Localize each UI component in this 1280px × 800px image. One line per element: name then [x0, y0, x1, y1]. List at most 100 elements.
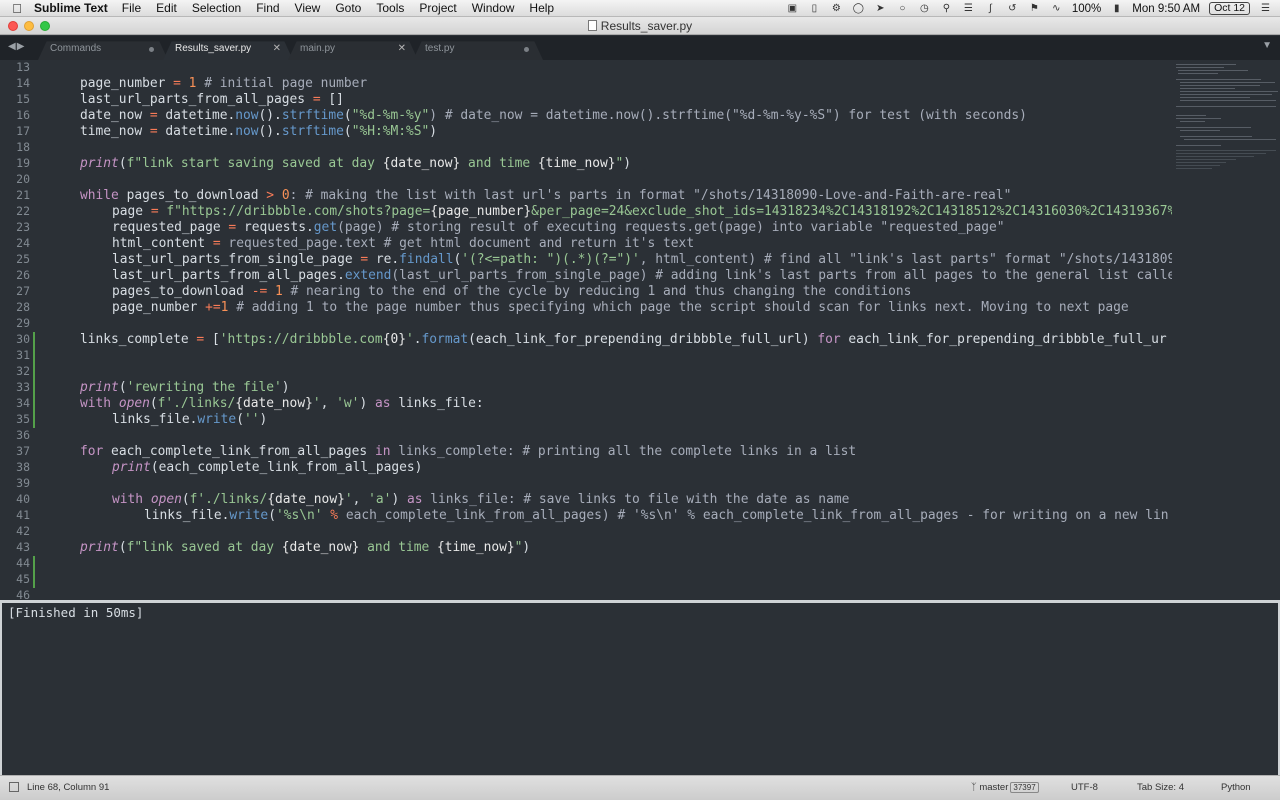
tab-label: Commands: [50, 43, 102, 54]
code-line-35: links_file.write(''): [112, 412, 268, 427]
tab-commands[interactable]: Commands: [38, 38, 168, 60]
flag-icon[interactable]: ⚑: [1028, 3, 1041, 14]
menu-view[interactable]: View: [295, 1, 321, 15]
tab-label: test.py: [425, 43, 455, 54]
clock-text[interactable]: Mon 9:50 AM: [1132, 3, 1200, 15]
code-line-27: pages_to_download -= 1 # nearing to the …: [112, 284, 912, 299]
pin-icon[interactable]: ⚲: [940, 3, 953, 14]
unsaved-dot-icon[interactable]: [524, 47, 529, 52]
battery-percent[interactable]: 100%: [1072, 3, 1101, 15]
line-number: 44: [16, 556, 30, 570]
tab-test[interactable]: test.py: [413, 38, 543, 60]
menu-find[interactable]: Find: [256, 1, 279, 15]
git-branch[interactable]: ᛉ master 37397: [971, 782, 1039, 793]
git-modified-marker: [33, 396, 35, 412]
window-title: Results_saver.py: [600, 19, 693, 33]
menu-goto[interactable]: Goto: [335, 1, 361, 15]
zoom-window-button[interactable]: [40, 21, 50, 31]
menu-tools[interactable]: Tools: [376, 1, 404, 15]
minimap-line: [1180, 85, 1260, 86]
document-icon: [587, 20, 597, 31]
wifi-icon[interactable]: ∿: [1050, 3, 1063, 14]
code-line-25: last_url_parts_from_single_page = re.fin…: [112, 252, 1172, 267]
status-area: ▣ ▯ ⚙ ◯ ➤ ○ ◷ ⚲ ☰ ∫ ↺ ⚑ ∿ 100% ▮ Mon 9:5…: [786, 0, 1272, 17]
phone-icon[interactable]: ▯: [808, 3, 821, 14]
code-line-26: last_url_parts_from_all_pages.extend(las…: [112, 268, 1172, 283]
line-number: 20: [16, 172, 30, 186]
build-output-panel[interactable]: [Finished in 50ms]: [0, 603, 1280, 775]
menu-help[interactable]: Help: [529, 1, 554, 15]
code-editor[interactable]: 13 14 15 16 17 18 19 20 21 22 23 24 25 2…: [0, 60, 1280, 600]
tab-main[interactable]: main.py ✕: [288, 38, 418, 60]
minimap-line: [1176, 159, 1236, 160]
tab-list-dropdown-icon[interactable]: ▼: [1262, 40, 1272, 51]
code-line-15: last_url_parts_from_all_pages = []: [80, 92, 344, 107]
close-window-button[interactable]: [8, 21, 18, 31]
line-number: 32: [16, 364, 30, 378]
battery-icon[interactable]: ▮: [1110, 3, 1123, 14]
minimize-window-button[interactable]: [24, 21, 34, 31]
line-number: 34: [16, 396, 30, 410]
apple-icon[interactable]: : [0, 1, 34, 16]
minimap-line: [1176, 165, 1220, 166]
minimap-line: [1176, 156, 1254, 157]
code-line-40: with open(f'./links/{date_now}', 'a') as…: [112, 492, 850, 507]
minimap-line: [1176, 106, 1276, 107]
menu-project[interactable]: Project: [419, 1, 456, 15]
plug-icon[interactable]: ☰: [962, 3, 975, 14]
menu-edit[interactable]: Edit: [156, 1, 177, 15]
git-modified-marker: [33, 364, 35, 380]
line-number: 29: [16, 316, 30, 330]
dropbox-icon[interactable]: ▣: [786, 3, 799, 14]
minimap-line: [1180, 121, 1205, 122]
line-number: 45: [16, 572, 30, 586]
time-machine-icon[interactable]: ↺: [1006, 3, 1019, 14]
settings-icon[interactable]: ⚙: [830, 3, 843, 14]
git-modified-marker: [33, 572, 35, 588]
tab-nav-arrows-icon[interactable]: ◀▶: [8, 41, 25, 52]
line-number: 43: [16, 540, 30, 554]
timer-icon[interactable]: ◯: [852, 3, 865, 14]
line-number: 37: [16, 444, 30, 458]
line-number: 30: [16, 332, 30, 346]
line-number: 39: [16, 476, 30, 490]
code-line-30: links_complete = ['https://dribbble.com{…: [80, 332, 1167, 347]
minimap-line: [1180, 97, 1250, 98]
minimap-line: [1176, 150, 1276, 151]
unsaved-dot-icon[interactable]: [149, 47, 154, 52]
syntax-indicator[interactable]: Python: [1221, 782, 1251, 793]
menu-file[interactable]: File: [122, 1, 141, 15]
minimap-line: [1180, 82, 1275, 83]
minimap[interactable]: [1172, 60, 1280, 600]
encoding-indicator[interactable]: UTF-8: [1071, 782, 1098, 793]
line-number: 15: [16, 92, 30, 106]
panel-toggle-icon[interactable]: [9, 782, 19, 792]
clock-icon[interactable]: ◷: [918, 3, 931, 14]
minimap-line: [1180, 130, 1220, 131]
menu-selection[interactable]: Selection: [192, 1, 241, 15]
send-icon[interactable]: ➤: [874, 3, 887, 14]
line-number: 23: [16, 220, 30, 234]
close-tab-icon[interactable]: ✕: [273, 38, 281, 60]
bluetooth-icon[interactable]: ∫: [984, 3, 997, 14]
window-titlebar: Results_saver.py: [0, 17, 1280, 35]
app-name-menu[interactable]: Sublime Text: [34, 1, 108, 15]
tab-size-indicator[interactable]: Tab Size: 4: [1137, 782, 1184, 793]
tab-results-saver[interactable]: Results_saver.py ✕: [163, 38, 293, 60]
code-line-22: page = f"https://dribbble.com/shots?page…: [112, 204, 1172, 219]
menu-window[interactable]: Window: [472, 1, 515, 15]
code-area[interactable]: page_number = 1 # initial page number la…: [80, 60, 1172, 600]
line-number: 26: [16, 268, 30, 282]
code-line-43: print(f"link saved at day {date_now} and…: [80, 540, 531, 555]
minimap-line: [1176, 115, 1206, 116]
minimap-line: [1180, 136, 1252, 137]
cursor-position[interactable]: Line 68, Column 91: [27, 782, 109, 793]
list-icon[interactable]: ☰: [1259, 3, 1272, 14]
line-number: 18: [16, 140, 30, 154]
line-number: 22: [16, 204, 30, 218]
date-badge[interactable]: Oct 12: [1209, 2, 1250, 15]
ring-icon[interactable]: ○: [896, 3, 909, 14]
line-number: 36: [16, 428, 30, 442]
close-tab-icon[interactable]: ✕: [398, 38, 406, 60]
minimap-line: [1176, 118, 1221, 119]
